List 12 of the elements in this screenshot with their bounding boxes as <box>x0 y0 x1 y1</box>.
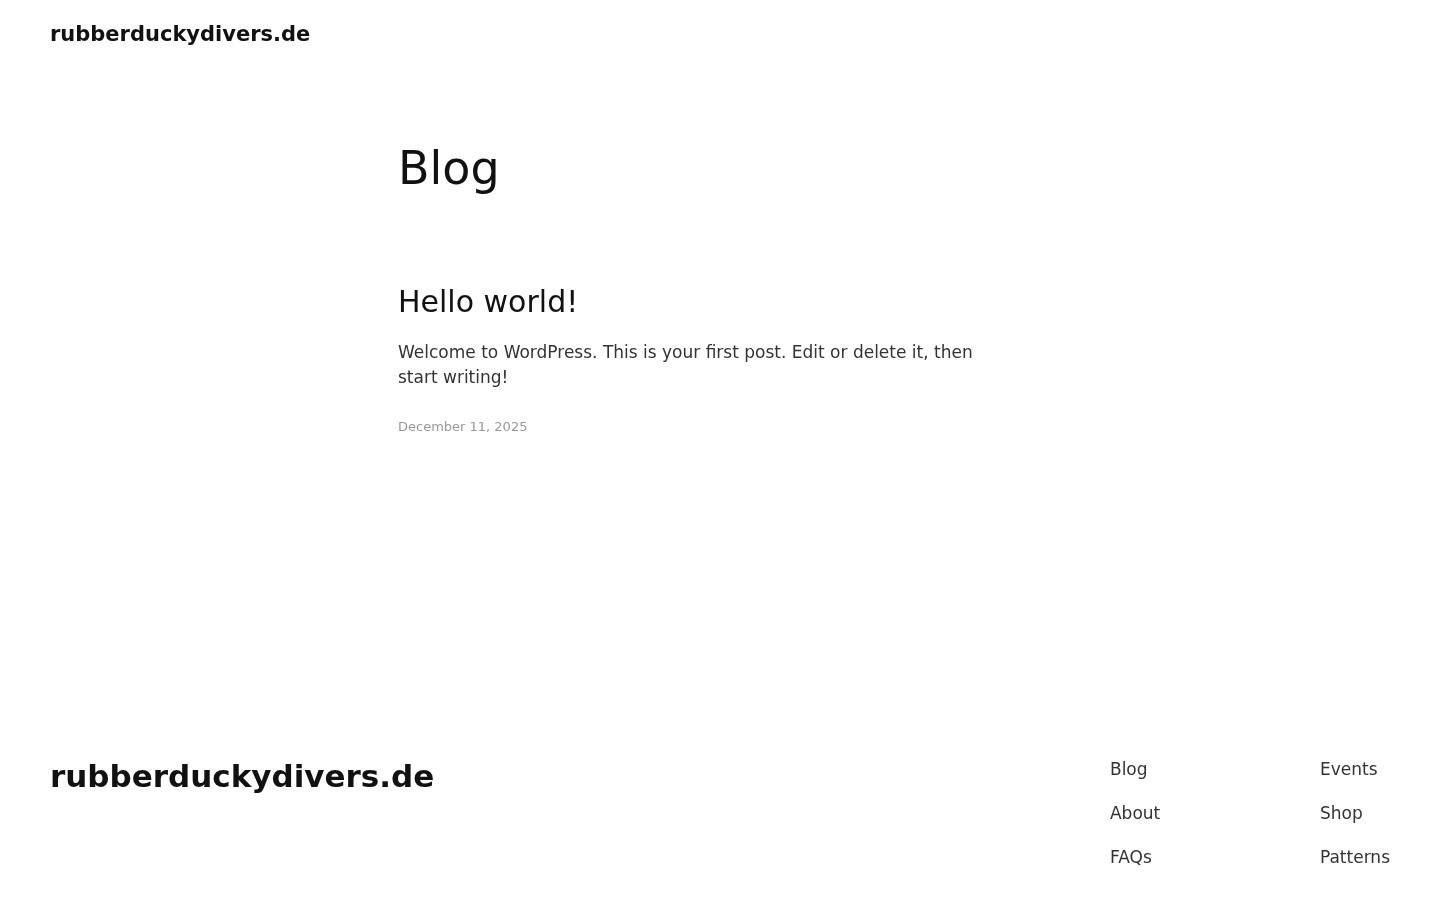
site-title-link[interactable]: rubberduckydivers.de <box>50 22 311 46</box>
post-excerpt: Welcome to WordPress. This is your first post. Edit or delete it, then start writing! <box>398 341 974 389</box>
footer-nav-link[interactable]: Shop <box>1319 800 1390 826</box>
footer-nav-link[interactable]: About <box>1109 800 1280 826</box>
post-title-link[interactable]: Hello world! <box>398 282 1006 322</box>
footer-nav-link[interactable]: Events <box>1319 756 1390 782</box>
footer-nav-link[interactable]: FAQs <box>1109 844 1280 870</box>
footer-nav-link[interactable]: Blog <box>1109 756 1280 782</box>
footer-site-title-link[interactable]: rubberduckydivers.de <box>50 756 435 870</box>
footer-nav-link[interactable]: Patterns <box>1319 844 1390 870</box>
post-date: December 11, 2025 <box>398 419 529 434</box>
page-title: Blog <box>398 140 501 196</box>
